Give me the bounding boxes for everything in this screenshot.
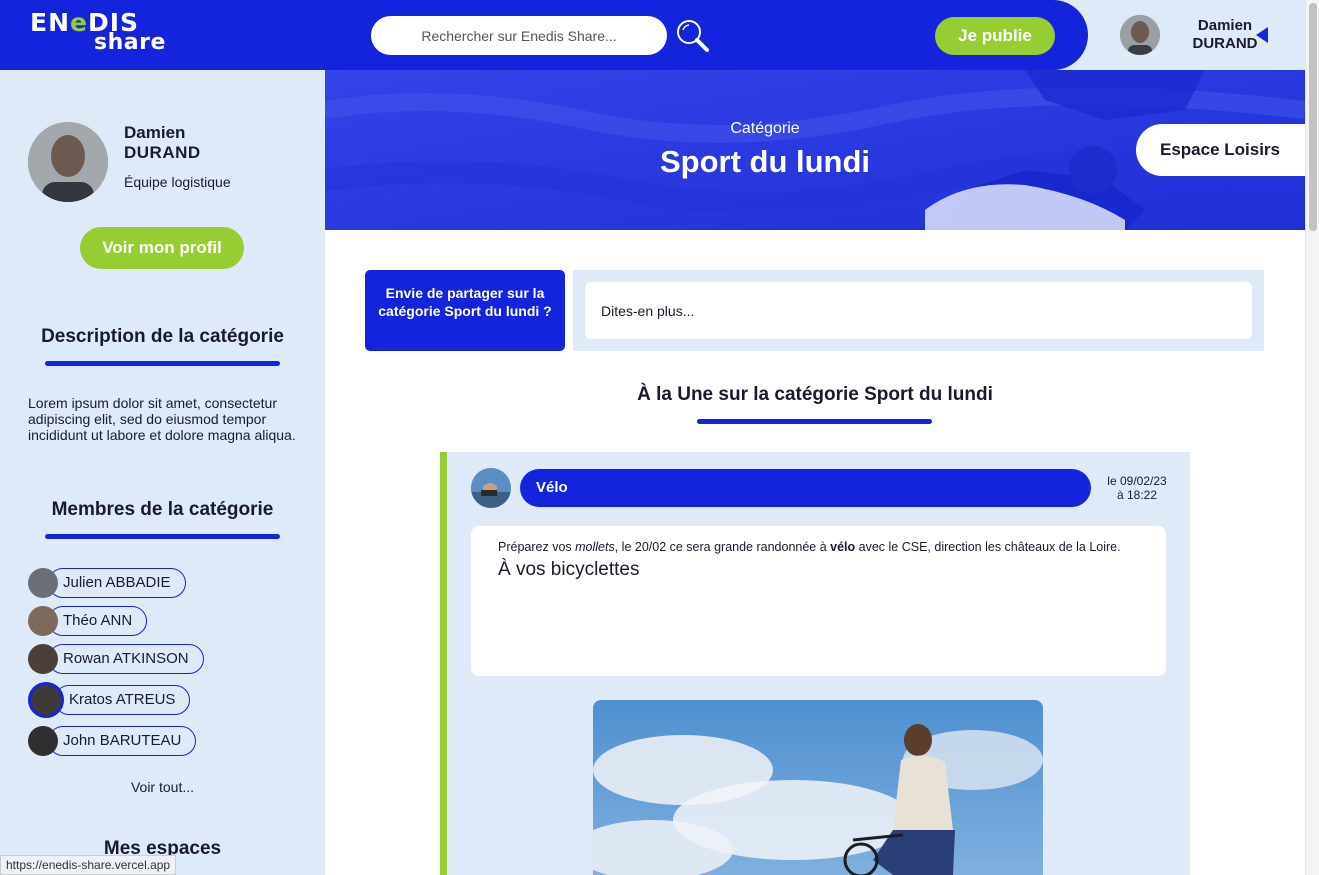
banner-category-label: Catégorie (730, 120, 800, 137)
profile-team: Équipe logistique (124, 174, 231, 190)
member-name[interactable]: Théo ANN (48, 606, 148, 636)
post-date: le 09/02/23 à 18:22 (1092, 474, 1182, 502)
banner-title: Sport du lundi (659, 144, 871, 179)
featured-underline (697, 419, 932, 424)
profile-first-name: Damien (124, 123, 186, 142)
post-author-avatar[interactable] (471, 468, 511, 508)
member-avatar (28, 606, 58, 636)
member-name[interactable]: John BARUTEAU (48, 726, 197, 756)
see-all-members-link[interactable]: Voir tout... (0, 779, 325, 795)
user-avatar (1120, 15, 1160, 55)
user-menu[interactable]: Damien DURAND (1120, 15, 1290, 55)
post-headline: À vos bicyclettes (498, 559, 640, 580)
post-image[interactable] (593, 700, 1043, 875)
status-url: https://enedis-share.vercel.app (0, 855, 177, 875)
member-avatar (28, 568, 58, 598)
post-text: Préparez vos mollets, le 20/02 ce sera g… (498, 539, 1139, 556)
member-name[interactable]: Rowan ATKINSON (48, 644, 204, 674)
category-banner: Catégorie Sport du lundi Espace Loisirs (325, 70, 1305, 230)
caret-left-icon[interactable] (1256, 27, 1268, 43)
member-avatar (28, 682, 64, 718)
post-text-part: Préparez vos (498, 540, 576, 554)
description-text: Lorem ipsum dolor sit amet, consectetur … (28, 395, 296, 443)
featured-title: À la Une sur la catégorie Sport du lundi (637, 384, 993, 405)
enedis-share-logo[interactable]: ENeDIS share (30, 10, 166, 54)
post-tag[interactable]: Vélo (520, 469, 1091, 507)
post-text-bold: vélo (830, 540, 856, 554)
search-input[interactable] (371, 16, 667, 55)
space-badge[interactable]: Espace Loisirs (1136, 124, 1305, 176)
member-name[interactable]: Kratos ATREUS (54, 685, 191, 715)
publish-button[interactable]: Je publie (935, 17, 1055, 55)
share-prompt-label: Envie de partager sur la catégorie Sport… (365, 270, 565, 351)
logo-text-share: share (94, 30, 166, 55)
share-box (573, 270, 1264, 351)
post-date-day: le 09/02/23 (1107, 474, 1167, 488)
member-name[interactable]: Julien ABBADIE (48, 568, 186, 598)
post-body: Préparez vos mollets, le 20/02 ce sera g… (471, 526, 1166, 676)
description-title: Description de la catégorie (41, 326, 284, 347)
view-profile-button[interactable]: Voir mon profil (80, 227, 244, 269)
search-icon[interactable] (673, 17, 713, 55)
profile-avatar (28, 122, 108, 202)
profile-last-name: DURAND (124, 143, 201, 162)
top-header: ENeDIS share Je publie Damien DURAND (0, 0, 1305, 70)
post-card: Vélo le 09/02/23 à 18:22 Préparez vos mo… (440, 452, 1190, 875)
logo-text-en: EN (30, 8, 71, 37)
post-text-italic: mollets (575, 540, 615, 554)
description-underline (45, 361, 280, 366)
page-scrollbar[interactable] (1305, 0, 1319, 875)
sidebar: Damien DURAND Équipe logistique Voir mon… (0, 70, 325, 875)
members-underline (45, 534, 280, 539)
scrollbar-thumb[interactable] (1309, 3, 1317, 231)
member-avatar (28, 644, 58, 674)
post-text-part: avec le CSE, direction les châteaux de l… (855, 540, 1121, 554)
post-date-time: à 18:22 (1116, 488, 1158, 502)
share-input[interactable] (585, 282, 1252, 339)
post-text-part: , le 20/02 ce sera grande randonnée à (614, 540, 831, 554)
member-avatar (28, 726, 58, 756)
members-title: Membres de la catégorie (51, 499, 274, 520)
logo-text-e: e (70, 8, 88, 37)
